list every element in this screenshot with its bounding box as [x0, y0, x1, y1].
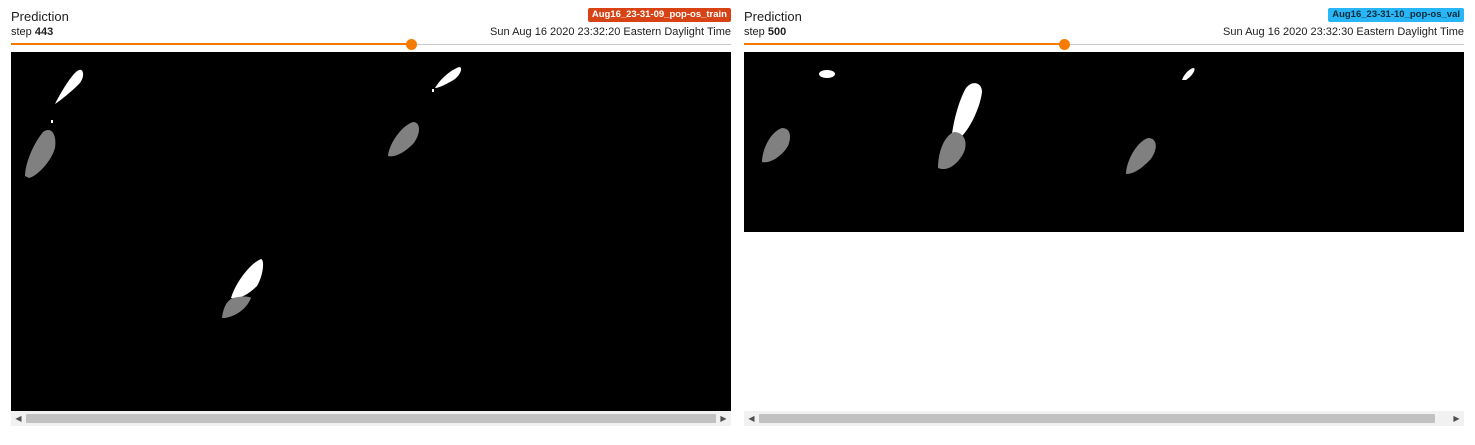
step-value: 443 — [34, 26, 54, 38]
card-title: Prediction — [744, 9, 802, 24]
horizontal-scrollbar[interactable]: ◀ ▶ — [11, 411, 731, 426]
horizontal-scrollbar[interactable]: ◀ ▶ — [744, 411, 1464, 426]
scrollbar-thumb[interactable] — [26, 414, 716, 423]
step-indicator: step 500 — [744, 26, 786, 38]
step-slider[interactable] — [11, 38, 731, 52]
scroll-right-icon[interactable]: ▶ — [1449, 411, 1464, 426]
scroll-right-icon[interactable]: ▶ — [716, 411, 731, 426]
scroll-left-icon[interactable]: ◀ — [744, 411, 759, 426]
scroll-left-icon[interactable]: ◀ — [11, 411, 26, 426]
step-indicator: step 443 — [11, 26, 53, 38]
step-label: step — [11, 26, 32, 38]
timestamp: Sun Aug 16 2020 23:32:20 Eastern Dayligh… — [490, 26, 731, 38]
timestamp: Sun Aug 16 2020 23:32:30 Eastern Dayligh… — [1223, 26, 1464, 38]
image-card-train: Prediction Aug16_23-31-09_pop-os_train s… — [11, 0, 731, 445]
slider-fill — [11, 43, 411, 45]
step-value: 500 — [767, 26, 787, 38]
prediction-image — [11, 52, 731, 411]
step-label: step — [744, 26, 765, 38]
card-title: Prediction — [11, 9, 69, 24]
step-slider[interactable] — [744, 38, 1464, 52]
slider-thumb[interactable] — [406, 39, 417, 50]
run-badge: Aug16_23-31-10_pop-os_val — [1328, 8, 1464, 22]
slider-thumb[interactable] — [1059, 39, 1070, 50]
run-badge: Aug16_23-31-09_pop-os_train — [587, 8, 731, 22]
slider-fill — [744, 43, 1064, 45]
image-card-val: Prediction Aug16_23-31-10_pop-os_val ste… — [744, 0, 1464, 445]
prediction-image — [744, 52, 1464, 232]
scrollbar-thumb[interactable] — [759, 414, 1435, 423]
